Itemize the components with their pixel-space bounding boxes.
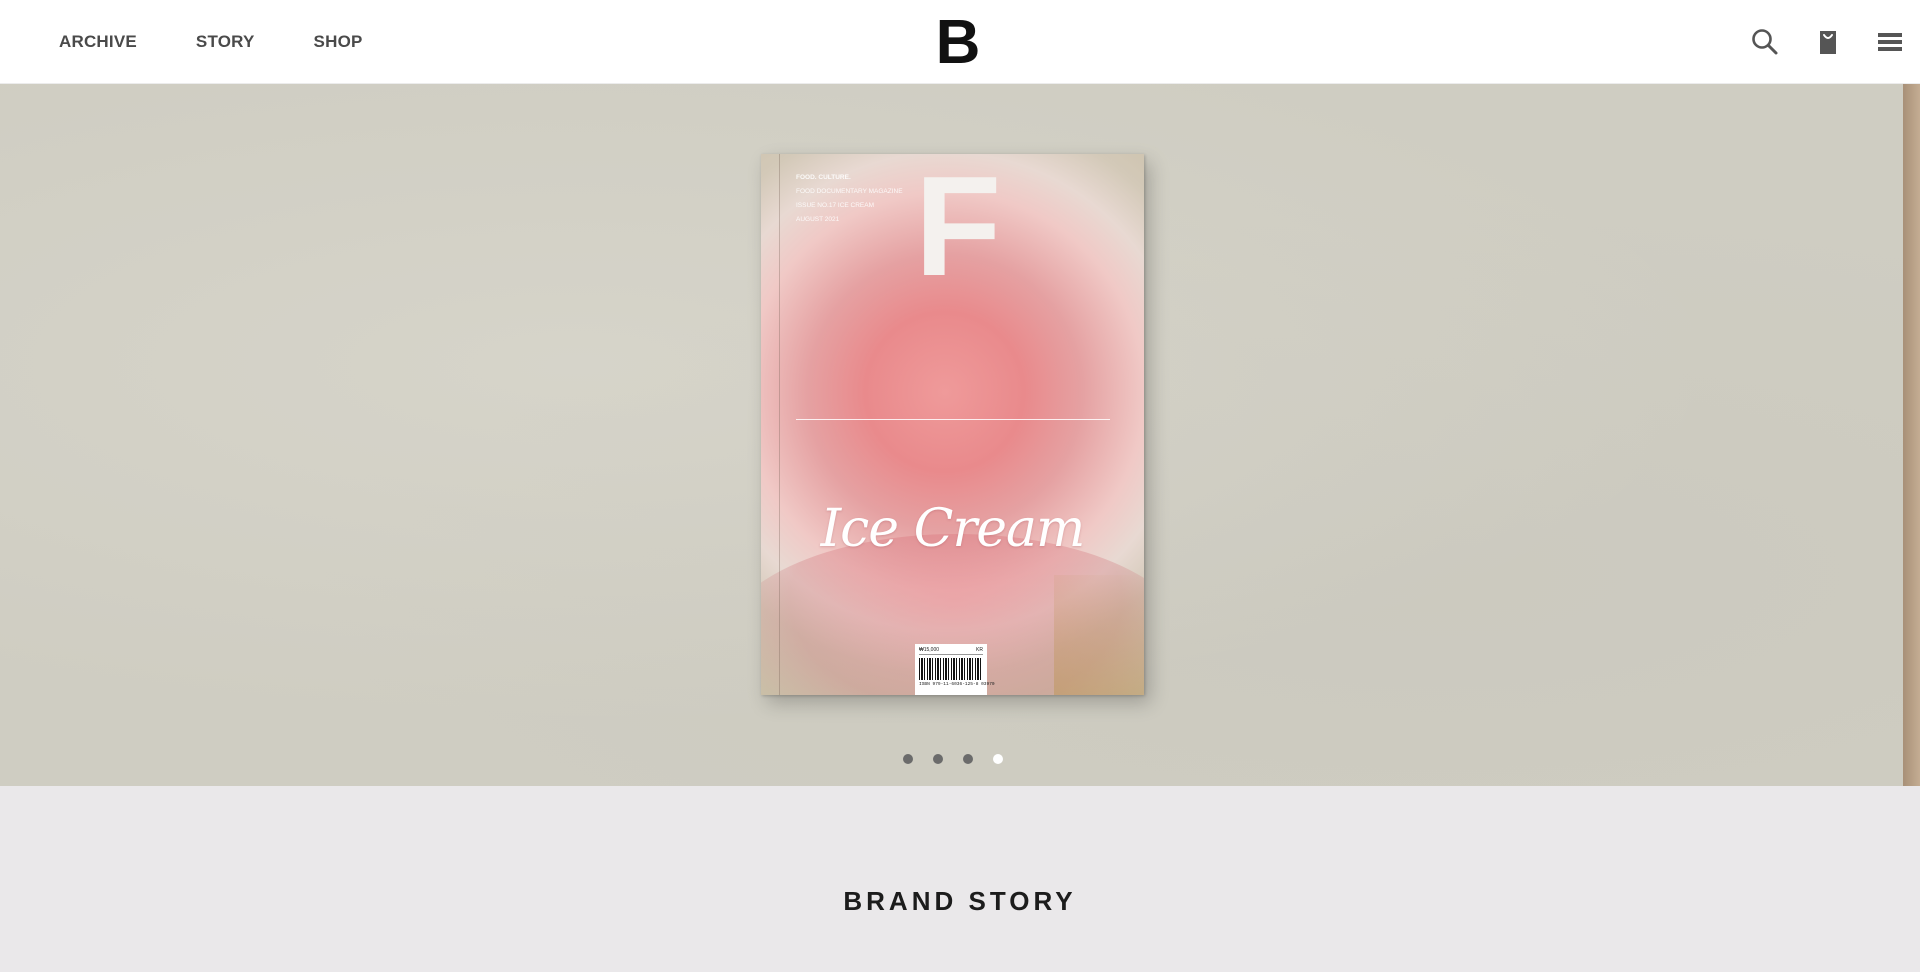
brand-story-section: BRAND STORY: [0, 786, 1920, 975]
cover-photo-corner: [1054, 575, 1144, 695]
cover-meta: FOOD. CULTURE. FOOD DOCUMENTARY MAGAZINE…: [796, 174, 906, 224]
carousel-dot[interactable]: [903, 754, 913, 764]
site-header: ARCHIVE STORY SHOP B: [0, 0, 1920, 84]
nav-story[interactable]: STORY: [196, 32, 255, 52]
carousel-dots: [903, 754, 1003, 764]
barcode: ₩15,000 KR ISBN 979-11-6036-125-8 03970: [915, 644, 995, 695]
hamburger-menu-icon[interactable]: [1875, 27, 1905, 57]
main-nav: ARCHIVE STORY SHOP: [59, 0, 422, 84]
hero-carousel[interactable]: FOOD. CULTURE. FOOD DOCUMENTARY MAGAZINE…: [0, 84, 1920, 786]
barcode-bars: [919, 658, 983, 680]
cover-meta-line: FOOD DOCUMENTARY MAGAZINE: [796, 188, 903, 195]
carousel-dot[interactable]: [933, 754, 943, 764]
cover-meta-line: AUGUST 2021: [796, 216, 840, 223]
section-title: BRAND STORY: [843, 886, 1077, 916]
search-icon[interactable]: [1750, 27, 1780, 57]
barcode-number: ISBN 979-11-6036-125-8 03970: [919, 682, 995, 687]
nav-archive[interactable]: ARCHIVE: [59, 32, 137, 52]
barcode-code: KR: [976, 647, 983, 653]
barcode-price: ₩15,000: [919, 647, 940, 653]
cover-masthead-letter: F: [914, 172, 1002, 282]
carousel-dot-active[interactable]: [993, 754, 1003, 764]
cover-divider: [796, 419, 1110, 420]
cover-meta-line: ISSUE NO.17 ICE CREAM: [796, 202, 875, 209]
next-slide-peek[interactable]: [1903, 84, 1920, 786]
magazine-cover[interactable]: FOOD. CULTURE. FOOD DOCUMENTARY MAGAZINE…: [761, 154, 1144, 695]
carousel-dot[interactable]: [963, 754, 973, 764]
brand-logo[interactable]: B: [935, 12, 981, 74]
shopping-bag-icon[interactable]: [1813, 27, 1843, 57]
nav-shop[interactable]: SHOP: [314, 32, 363, 52]
cover-spine: [779, 154, 780, 695]
cover-title: Ice Cream: [820, 499, 1086, 559]
cover-meta-line: FOOD. CULTURE.: [796, 174, 851, 181]
barcode-header: ₩15,000 KR: [919, 647, 983, 655]
